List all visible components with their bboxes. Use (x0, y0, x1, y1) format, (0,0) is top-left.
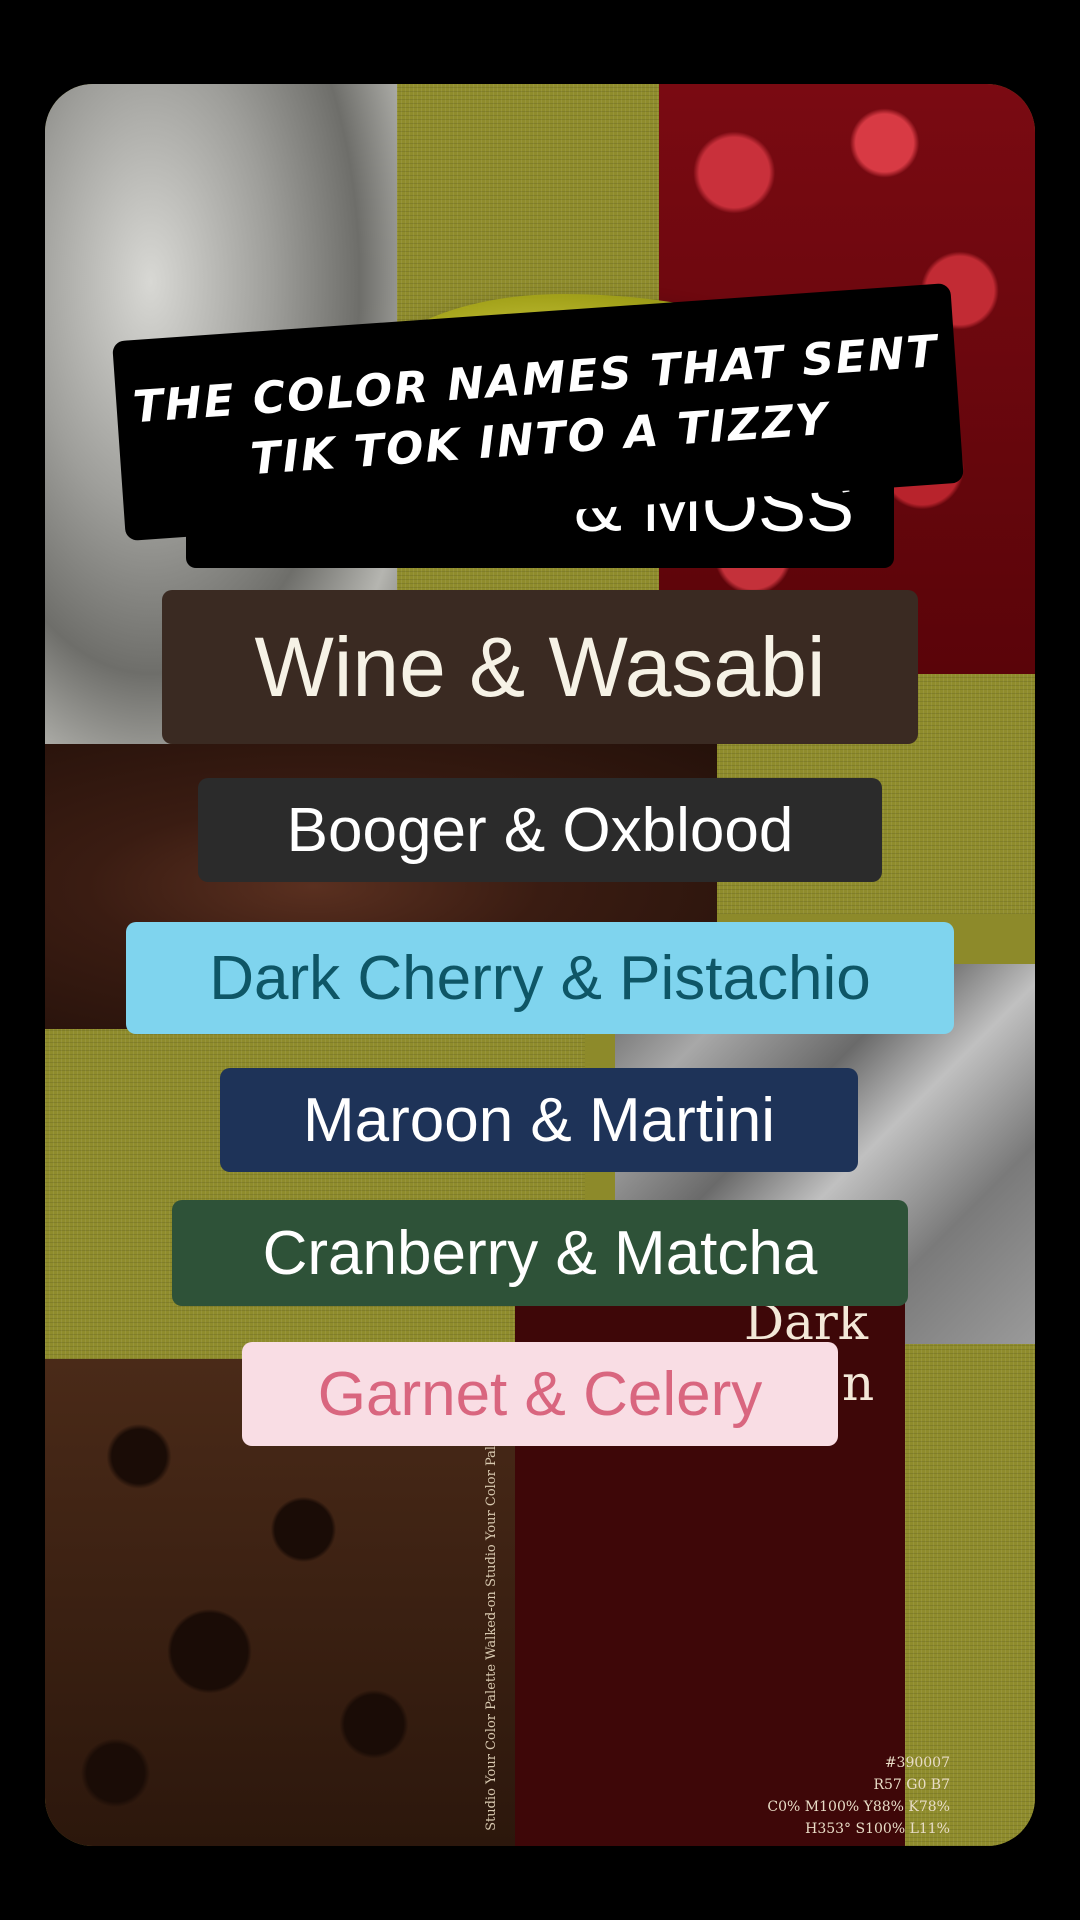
swatch-title-line2: n (842, 1354, 875, 1412)
label-dark-cherry-pistachio: Dark Cherry & Pistachio (126, 922, 954, 1034)
swatch-cmyk: C0% M100% Y88% K78% (767, 1799, 950, 1815)
label-booger-oxblood: Booger & Oxblood (198, 778, 882, 882)
swatch-spine-text: Studio Your Color Palette Walked-on Stud… (483, 1419, 499, 1831)
swatch-hsl: H353° S100% L11% (805, 1821, 950, 1837)
label-cranberry-matcha: Cranberry & Matcha (172, 1200, 908, 1306)
swatch-specs: #390007 R57 G0 B7 C0% M100% Y88% K78% H3… (767, 1752, 950, 1840)
label-wine-wasabi: Wine & Wasabi (162, 590, 918, 744)
headline-text: The color names that sent Tik Tok into a… (131, 325, 941, 486)
label-garnet-celery: Garnet & Celery (242, 1342, 838, 1446)
swatch-rgb: R57 G0 B7 (873, 1777, 950, 1793)
label-maroon-martini: Maroon & Martini (220, 1068, 858, 1172)
swatch-hex: #390007 (884, 1755, 950, 1771)
